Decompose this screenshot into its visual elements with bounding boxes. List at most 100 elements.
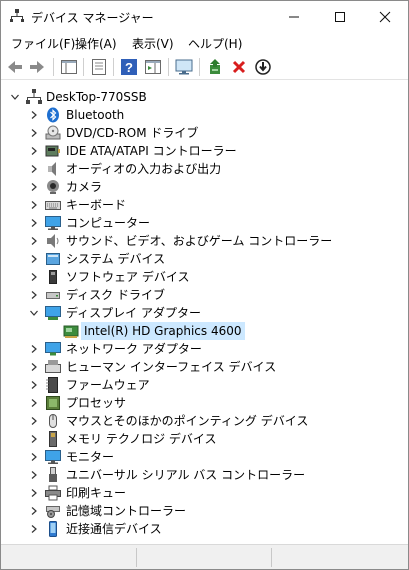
- chevron-right-icon[interactable]: [29, 268, 39, 286]
- usb-icon: [49, 467, 57, 482]
- chevron-right-icon[interactable]: [29, 430, 39, 448]
- display-adapter-icon: [45, 306, 61, 320]
- chevron-right-icon[interactable]: [29, 214, 39, 232]
- forward-button[interactable]: [27, 57, 47, 77]
- display-adapter-icon: [63, 325, 79, 338]
- tree-item-software-devices[interactable]: ソフトウェア デバイス: [1, 268, 401, 286]
- dvd-drive-icon: [45, 125, 61, 140]
- chevron-right-icon[interactable]: [29, 250, 39, 268]
- chevron-right-icon[interactable]: [29, 502, 39, 520]
- chevron-right-icon[interactable]: [29, 124, 39, 142]
- printer-icon: [45, 485, 61, 501]
- device-manager-window: デバイス マネージャー ファイル(F) 操作(A) 表示(V) ヘルプ(H) ?…: [0, 0, 409, 570]
- chevron-right-icon[interactable]: [29, 196, 39, 214]
- tree-item-bluetooth[interactable]: Bluetooth: [1, 106, 401, 124]
- chevron-down-icon[interactable]: [10, 88, 20, 106]
- tree-item-disk-drives[interactable]: ディスク ドライブ: [1, 286, 401, 304]
- tree-item-label: ファームウェア: [66, 378, 150, 392]
- chevron-right-icon[interactable]: [29, 466, 39, 484]
- chevron-down-icon[interactable]: [29, 304, 39, 322]
- tree-root[interactable]: DeskTop-770SSB: [1, 88, 201, 106]
- help-button[interactable]: ?: [119, 57, 139, 77]
- tree-item-label: Intel(R) HD Graphics 4600: [81, 322, 245, 340]
- memory-icon: [49, 431, 57, 447]
- tree-item-audio-io[interactable]: オーディオの入力および出力: [1, 160, 401, 178]
- window-title: デバイス マネージャー: [31, 11, 154, 25]
- toolbar-separator: [113, 58, 114, 76]
- tree-item-monitors[interactable]: モニター: [1, 448, 401, 466]
- tree-item-ide-ata[interactable]: IDE ATA/ATAPI コントローラー: [1, 142, 401, 160]
- chevron-right-icon[interactable]: [29, 394, 39, 412]
- maximize-button[interactable]: [317, 1, 363, 32]
- chevron-right-icon[interactable]: [29, 178, 39, 196]
- tree-item-storage-controllers[interactable]: 記憶域コントローラー: [1, 502, 401, 520]
- tree-item-network-adapters[interactable]: ネットワーク アダプター: [1, 340, 401, 358]
- status-bar-divider: [136, 548, 137, 567]
- update-driver-icon: [210, 59, 220, 74]
- back-button[interactable]: [5, 57, 25, 77]
- chevron-right-icon[interactable]: [29, 484, 39, 502]
- chevron-right-icon[interactable]: [29, 142, 39, 160]
- tree-item-label: マウスとそのほかのポインティング デバイス: [66, 414, 309, 428]
- tree-item-label: ディスク ドライブ: [66, 288, 165, 302]
- menu-action[interactable]: 操作(A): [75, 35, 117, 52]
- disable-device-button[interactable]: [253, 57, 273, 77]
- keyboard-icon: [45, 201, 61, 210]
- tree-item-system-devices[interactable]: システム デバイス: [1, 250, 401, 268]
- tree-item-display-adapters[interactable]: ディスプレイ アダプター: [1, 304, 401, 322]
- properties-icon: [92, 59, 106, 75]
- tree-item-processors[interactable]: プロセッサ: [1, 394, 401, 412]
- delete-x-icon: [232, 60, 246, 74]
- speaker-icon: [48, 162, 56, 176]
- tree-item-keyboard[interactable]: キーボード: [1, 196, 401, 214]
- update-driver-button[interactable]: [205, 57, 225, 77]
- toolbar-separator: [168, 58, 169, 76]
- tree-item-usb-controllers[interactable]: ユニバーサル シリアル バス コントローラー: [1, 466, 401, 484]
- uninstall-device-button[interactable]: [229, 57, 249, 77]
- action-pane-icon: [145, 60, 161, 74]
- chevron-right-icon[interactable]: [29, 106, 39, 124]
- chevron-right-icon[interactable]: [29, 160, 39, 178]
- toolbar-separator: [83, 58, 84, 76]
- properties-button[interactable]: [89, 57, 109, 77]
- title-bar[interactable]: デバイス マネージャー: [1, 1, 408, 32]
- tree-item-label: Bluetooth: [66, 108, 125, 122]
- chevron-right-icon[interactable]: [29, 412, 39, 430]
- bluetooth-icon: [47, 107, 59, 123]
- back-arrow-icon: [8, 61, 22, 73]
- menu-view[interactable]: 表示(V): [132, 35, 174, 52]
- tree-item-label: ディスプレイ アダプター: [66, 306, 201, 320]
- chevron-right-icon[interactable]: [29, 358, 39, 376]
- chevron-right-icon[interactable]: [29, 232, 39, 250]
- tree-item-camera[interactable]: カメラ: [1, 178, 401, 196]
- tree-item-sound-video-game[interactable]: サウンド、ビデオ、およびゲーム コントローラー: [1, 232, 401, 250]
- tree-item-hid[interactable]: ヒューマン インターフェイス デバイス: [1, 358, 401, 376]
- chevron-right-icon[interactable]: [29, 376, 39, 394]
- tree-item-label: システム デバイス: [66, 252, 166, 266]
- tree-item-computer[interactable]: コンピューター: [1, 214, 401, 232]
- status-bar: [1, 544, 408, 569]
- scan-hardware-button[interactable]: [174, 57, 194, 77]
- menu-help[interactable]: ヘルプ(H): [188, 35, 242, 52]
- tree-item-proximity-devices[interactable]: 近接通信デバイス: [1, 520, 401, 538]
- tree-item-dvd-cdrom[interactable]: DVD/CD-ROM ドライブ: [1, 124, 401, 142]
- close-button[interactable]: [362, 1, 408, 32]
- chevron-right-icon[interactable]: [29, 520, 39, 538]
- chevron-right-icon[interactable]: [29, 286, 39, 304]
- chevron-right-icon[interactable]: [29, 448, 39, 466]
- minimize-button[interactable]: [271, 1, 317, 32]
- toolbar-separator: [199, 58, 200, 76]
- action-pane-button[interactable]: [143, 57, 163, 77]
- tree-item-print-queues[interactable]: 印刷キュー: [1, 484, 401, 502]
- tree-item-intel-hd-graphics-4600[interactable]: Intel(R) HD Graphics 4600: [1, 322, 401, 340]
- chevron-right-icon[interactable]: [29, 340, 39, 358]
- tree-item-mice[interactable]: マウスとそのほかのポインティング デバイス: [1, 412, 401, 430]
- tree-item-firmware[interactable]: ファームウェア: [1, 376, 401, 394]
- tree-item-label: DVD/CD-ROM ドライブ: [66, 126, 199, 140]
- menu-file[interactable]: ファイル(F): [11, 35, 75, 52]
- tree-item-memory-tech[interactable]: メモリ テクノロジ デバイス: [1, 430, 401, 448]
- help-icon: ?: [121, 59, 137, 75]
- storage-controller-icon: [46, 506, 60, 518]
- computer-icon: [45, 216, 61, 230]
- show-hide-console-tree-button[interactable]: [59, 57, 79, 77]
